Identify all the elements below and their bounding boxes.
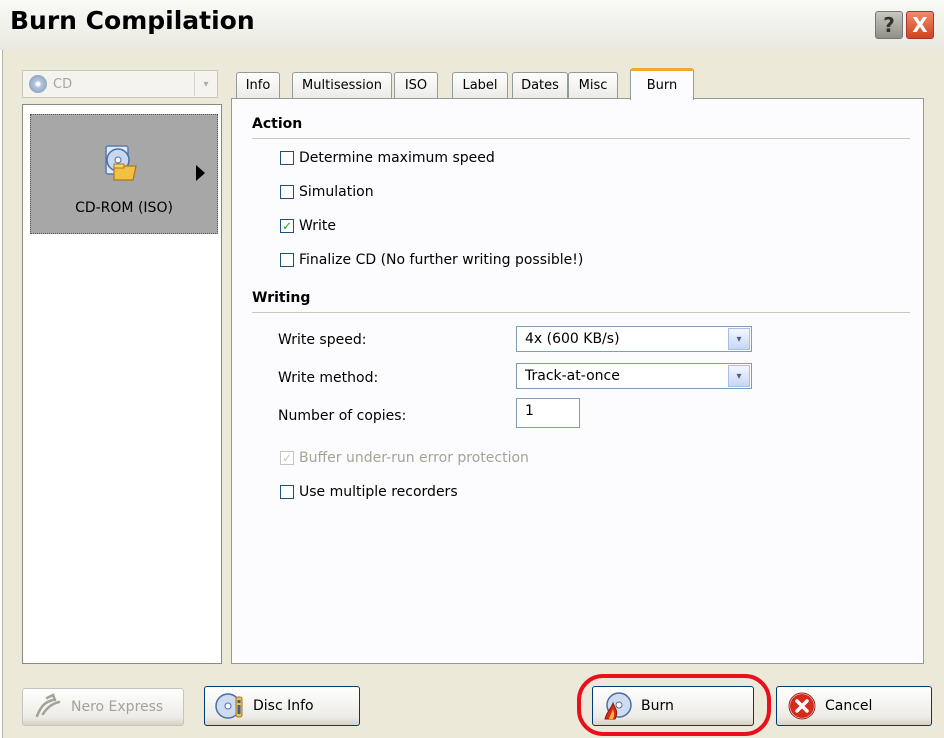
chevron-down-icon[interactable]: ▾ — [728, 365, 750, 387]
burn-button[interactable]: Burn — [592, 686, 754, 726]
simulation-option[interactable]: Simulation — [280, 184, 374, 200]
cancel-button[interactable]: Cancel — [776, 686, 932, 726]
cancel-icon — [788, 692, 816, 720]
disc-info-icon — [215, 693, 243, 719]
write-label: Write — [299, 218, 336, 234]
write-checkbox[interactable]: ✓ — [280, 219, 294, 233]
close-button[interactable]: X — [906, 11, 934, 39]
buffer-underrun-option: ✓ Buffer under-run error protection — [280, 450, 529, 466]
finalize-cd-checkbox[interactable] — [280, 253, 294, 267]
cd-rom-iso-icon — [105, 145, 137, 181]
nero-express-button: Nero Express — [22, 688, 184, 726]
media-type-value: CD — [53, 76, 73, 92]
nero-express-label: Nero Express — [71, 699, 164, 715]
multiple-recorders-option[interactable]: Use multiple recorders — [280, 484, 458, 500]
cd-icon — [29, 75, 47, 93]
write-speed-label: Write speed: — [278, 332, 367, 348]
nero-express-icon — [35, 693, 61, 718]
media-type-select[interactable]: CD ▾ — [22, 70, 218, 98]
tab-dates[interactable]: Dates — [512, 72, 568, 98]
finalize-cd-option[interactable]: Finalize CD (No further writing possible… — [280, 252, 583, 268]
buffer-underrun-checkbox: ✓ — [280, 451, 294, 465]
tab-info[interactable]: Info — [236, 72, 280, 98]
cancel-label: Cancel — [825, 698, 873, 714]
write-speed-value: 4x (600 KB/s) — [525, 331, 620, 347]
tab-misc[interactable]: Misc — [568, 72, 618, 98]
buffer-underrun-label: Buffer under-run error protection — [299, 450, 529, 466]
tab-multisession[interactable]: Multisession — [292, 72, 392, 98]
writing-divider — [252, 312, 910, 313]
write-method-value: Track-at-once — [525, 368, 620, 384]
expand-arrow-icon[interactable] — [196, 165, 205, 181]
burn-label: Burn — [641, 698, 674, 714]
title-bar: Burn Compilation ? X — [0, 0, 944, 50]
tab-label[interactable]: Label — [452, 72, 508, 98]
writing-section-title: Writing — [252, 290, 311, 306]
write-speed-select[interactable]: 4x (600 KB/s) ▾ — [516, 326, 752, 352]
determine-max-speed-label: Determine maximum speed — [299, 150, 495, 166]
write-method-label: Write method: — [278, 370, 379, 386]
disc-info-label: Disc Info — [253, 698, 314, 714]
determine-max-speed-option[interactable]: Determine maximum speed — [280, 150, 495, 166]
simulation-label: Simulation — [299, 184, 374, 200]
copies-label: Number of copies: — [278, 408, 407, 424]
action-divider — [252, 138, 910, 139]
tab-burn[interactable]: Burn — [630, 68, 694, 100]
list-item-label: CD-ROM (ISO) — [75, 200, 173, 216]
write-option[interactable]: ✓ Write — [280, 218, 336, 234]
copies-input[interactable]: 1 — [516, 398, 580, 428]
disc-info-button[interactable]: Disc Info — [204, 686, 360, 726]
action-section-title: Action — [252, 116, 303, 132]
determine-max-speed-checkbox[interactable] — [280, 151, 294, 165]
help-button[interactable]: ? — [875, 11, 903, 39]
write-method-select[interactable]: Track-at-once ▾ — [516, 363, 752, 389]
multiple-recorders-checkbox[interactable] — [280, 485, 294, 499]
finalize-cd-label: Finalize CD (No further writing possible… — [299, 252, 584, 268]
window-title: Burn Compilation — [10, 6, 255, 35]
simulation-checkbox[interactable] — [280, 185, 294, 199]
burn-icon — [604, 692, 632, 720]
tab-iso[interactable]: ISO — [394, 72, 438, 98]
chevron-down-icon[interactable]: ▾ — [194, 72, 217, 96]
chevron-down-icon[interactable]: ▾ — [728, 328, 750, 350]
multiple-recorders-label: Use multiple recorders — [299, 484, 458, 500]
